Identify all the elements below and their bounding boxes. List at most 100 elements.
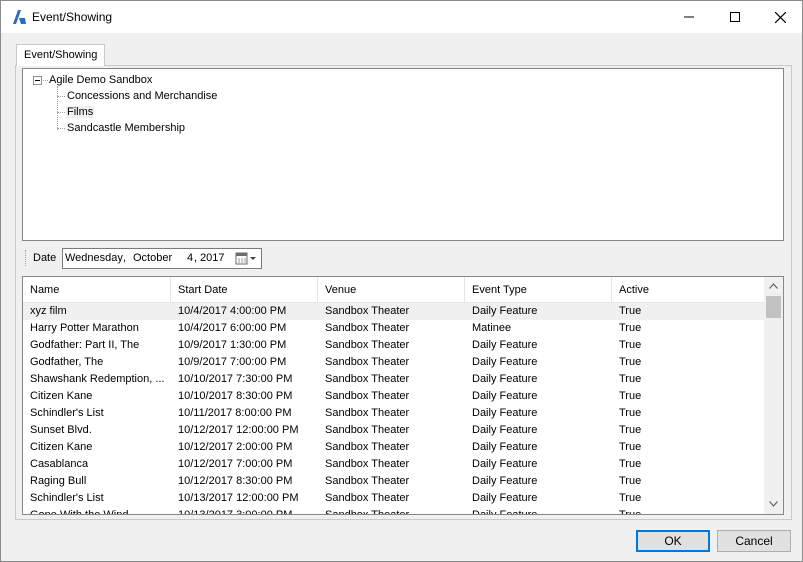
table-row[interactable]: Gone With the Wind 10/13/2017 3:00:00 PM S… [23,507,764,515]
cell-active: True [619,305,642,317]
date-separator: , [194,252,198,264]
column-header-venue[interactable]: Venue [318,277,465,303]
tree-node-membership[interactable]: Sandcastle Membership [66,122,186,134]
cell-name: Godfather: Part II, The [30,339,140,351]
table-row[interactable]: Harry Potter Marathon 10/4/2017 6:00:00 P… [23,320,764,337]
grid-header: Name Start Date Venue Event Type Active [23,277,764,303]
tree-node-concessions[interactable]: Concessions and Merchandise [66,90,218,102]
column-header-name[interactable]: Name [23,277,171,303]
cell-active: True [619,322,642,334]
event-showing-dialog: Event/Showing Event/Showing Agile Demo S… [0,0,803,562]
calendar-dropdown-button[interactable] [235,251,259,266]
showings-grid[interactable]: Name Start Date Venue Event Type Active … [22,276,784,515]
cell-name: Casablanca [30,458,89,470]
tree-node-root[interactable]: Agile Demo Sandbox [48,74,153,86]
cell-venue: Sandbox Theater [325,407,410,419]
cell-event-type: Daily Feature [472,475,538,487]
column-header-active[interactable]: Active [612,277,764,303]
calendar-icon [235,252,256,265]
cell-name: Shawshank Redemption, ... [30,373,165,385]
table-row[interactable]: Casablanca 10/12/2017 7:00:00 PM Sandbox T… [23,456,764,473]
cell-event-type: Matinee [472,322,512,334]
vertical-scrollbar[interactable] [764,277,783,514]
cell-venue: Sandbox Theater [325,475,410,487]
table-row[interactable]: Shawshank Redemption, ... 10/10/2017 7:30… [23,371,764,388]
table-row[interactable]: Schindler's List 10/13/2017 12:00:00 PM Sa… [23,490,764,507]
date-weekday[interactable]: Wednesday [65,252,123,264]
cell-event-type: Daily Feature [472,390,538,402]
date-month[interactable]: October [133,252,172,264]
table-row[interactable]: Schindler's List 10/11/2017 8:00:00 PM San… [23,405,764,422]
cell-start-date: 10/11/2017 8:00:00 PM [178,407,292,419]
cell-event-type: Daily Feature [472,339,538,351]
category-tree[interactable]: Agile Demo Sandbox Concessions and Merch… [22,68,784,241]
cancel-button[interactable]: Cancel [717,530,791,552]
cell-venue: Sandbox Theater [325,390,410,402]
scroll-up-icon [769,283,778,289]
cell-start-date: 10/12/2017 7:00:00 PM [178,458,293,470]
tab-event-showing[interactable]: Event/Showing [16,44,105,66]
toolbar-grip[interactable] [25,250,28,266]
cell-name: Sunset Blvd. [30,424,92,436]
cell-event-type: Daily Feature [472,492,538,504]
tree-connector [57,96,65,97]
cell-active: True [619,492,642,504]
cell-name: Citizen Kane [30,441,93,453]
date-day[interactable]: 4 [187,252,193,264]
cell-active: True [619,339,642,351]
cell-start-date: 10/10/2017 8:30:00 PM [178,390,293,402]
cell-venue: Sandbox Theater [325,509,410,515]
close-button[interactable] [757,1,803,33]
cell-start-date: 10/4/2017 6:00:00 PM [178,322,287,334]
cell-event-type: Daily Feature [472,441,538,453]
cell-start-date: 10/4/2017 4:00:00 PM [178,305,287,317]
tree-node-films[interactable]: Films [66,106,95,118]
date-picker[interactable]: Wednesday , October 4 , 2017 [62,248,262,269]
table-row[interactable]: xyz film 10/4/2017 4:00:00 PM Sandbox Thea… [23,303,764,320]
cell-name: Raging Bull [30,475,87,487]
table-row[interactable]: Citizen Kane 10/10/2017 8:30:00 PM Sandbox… [23,388,764,405]
cell-name: Gone With the Wind [30,509,129,515]
ok-button[interactable]: OK [636,530,710,552]
cell-start-date: 10/9/2017 1:30:00 PM [178,339,287,351]
cell-event-type: Daily Feature [472,424,538,436]
cell-name: Harry Potter Marathon [30,322,139,334]
cell-venue: Sandbox Theater [325,322,410,334]
cell-name: Schindler's List [30,407,104,419]
cell-venue: Sandbox Theater [325,305,410,317]
cell-active: True [619,407,642,419]
minimize-button[interactable] [666,1,712,33]
table-row[interactable]: Godfather: Part II, The 10/9/2017 1:30:00… [23,337,764,354]
cell-venue: Sandbox Theater [325,373,410,385]
title-bar[interactable]: Event/Showing [1,1,802,33]
cell-venue: Sandbox Theater [325,441,410,453]
cell-venue: Sandbox Theater [325,356,410,368]
column-header-event-type[interactable]: Event Type [465,277,612,303]
cell-event-type: Daily Feature [472,305,538,317]
date-year[interactable]: 2017 [200,252,224,264]
tree-connector [57,112,65,113]
cell-name: Schindler's List [30,492,104,504]
cell-event-type: Daily Feature [472,373,538,385]
collapse-icon[interactable] [33,76,42,85]
scrollbar-thumb[interactable] [766,296,781,318]
cell-active: True [619,441,642,453]
cell-active: True [619,356,642,368]
maximize-button[interactable] [712,1,758,33]
cell-start-date: 10/13/2017 12:00:00 PM [178,492,299,504]
table-row[interactable]: Raging Bull 10/12/2017 8:30:00 PM Sandbox … [23,473,764,490]
cell-venue: Sandbox Theater [325,339,410,351]
table-row[interactable]: Godfather, The 10/9/2017 7:00:00 PM Sandbo… [23,354,764,371]
cell-active: True [619,373,642,385]
close-icon [774,11,786,23]
cell-active: True [619,475,642,487]
cell-active: True [619,509,642,515]
minimize-icon [684,16,694,18]
column-header-start-date[interactable]: Start Date [171,277,318,303]
cell-venue: Sandbox Theater [325,492,410,504]
table-row[interactable]: Sunset Blvd. 10/12/2017 12:00:00 PM Sandbo… [23,422,764,439]
cell-start-date: 10/12/2017 12:00:00 PM [178,424,299,436]
cell-start-date: 10/9/2017 7:00:00 PM [178,356,287,368]
table-row[interactable]: Citizen Kane 10/12/2017 2:00:00 PM Sandbox… [23,439,764,456]
cell-event-type: Daily Feature [472,407,538,419]
